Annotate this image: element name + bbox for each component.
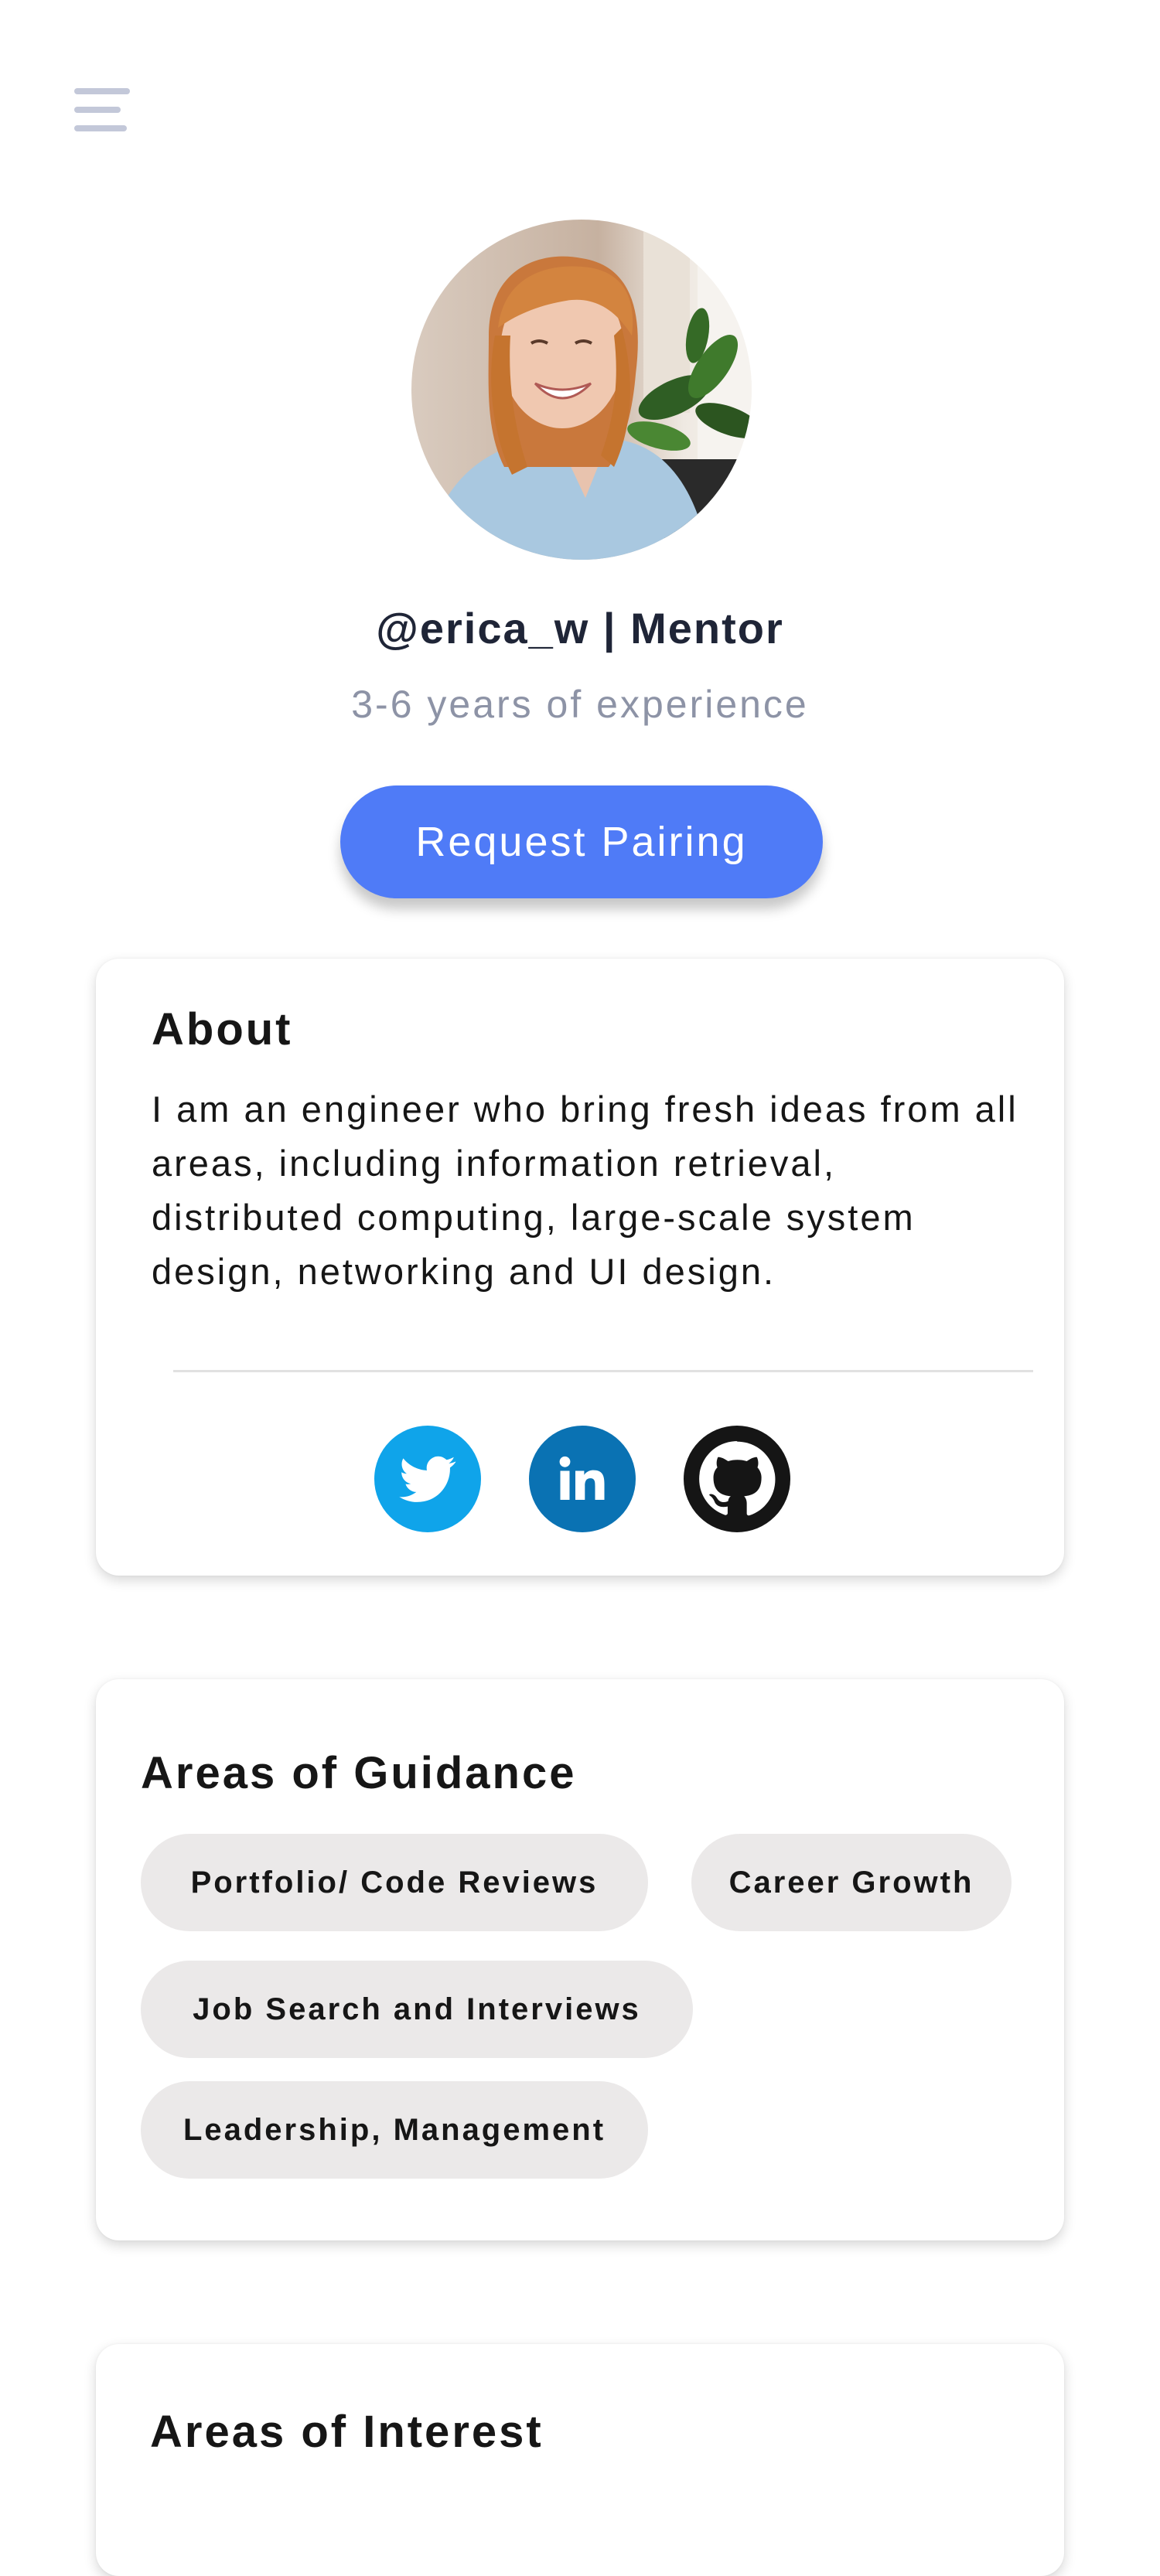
- menu-line: [74, 88, 130, 94]
- menu-line: [74, 107, 121, 113]
- divider: [173, 1370, 1033, 1372]
- about-text: I am an engineer who bring fresh ideas f…: [152, 1089, 1018, 1292]
- github-link[interactable]: [684, 1426, 790, 1532]
- twitter-link[interactable]: [374, 1426, 481, 1532]
- linkedin-icon: [559, 1456, 605, 1500]
- guidance-chip[interactable]: Job Search and Interviews: [141, 1961, 693, 2058]
- experience-text: 3-6 years of experience: [351, 683, 809, 726]
- guidance-title: Areas of Guidance: [141, 1748, 577, 1798]
- interest-card: Areas of Interest: [96, 2344, 1064, 2576]
- guidance-chip[interactable]: Portfolio/ Code Reviews: [141, 1834, 648, 1931]
- guidance-card: Areas of Guidance Portfolio/ Code Review…: [96, 1679, 1064, 2240]
- request-pairing-button[interactable]: Request Pairing: [340, 785, 823, 898]
- github-icon: [699, 1441, 776, 1516]
- guidance-chip[interactable]: Leadership, Management: [141, 2081, 648, 2179]
- twitter-icon: [399, 1456, 456, 1502]
- linkedin-link[interactable]: [529, 1426, 636, 1532]
- about-title: About: [152, 1004, 293, 1055]
- avatar: [411, 220, 752, 560]
- username-role: @erica_w | Mentor: [376, 604, 784, 653]
- interest-title: Areas of Interest: [150, 2407, 544, 2457]
- guidance-chip[interactable]: Career Growth: [691, 1834, 1012, 1931]
- menu-button[interactable]: [71, 85, 133, 136]
- about-card: About I am an engineer who bring fresh i…: [96, 959, 1064, 1576]
- menu-line: [74, 125, 127, 131]
